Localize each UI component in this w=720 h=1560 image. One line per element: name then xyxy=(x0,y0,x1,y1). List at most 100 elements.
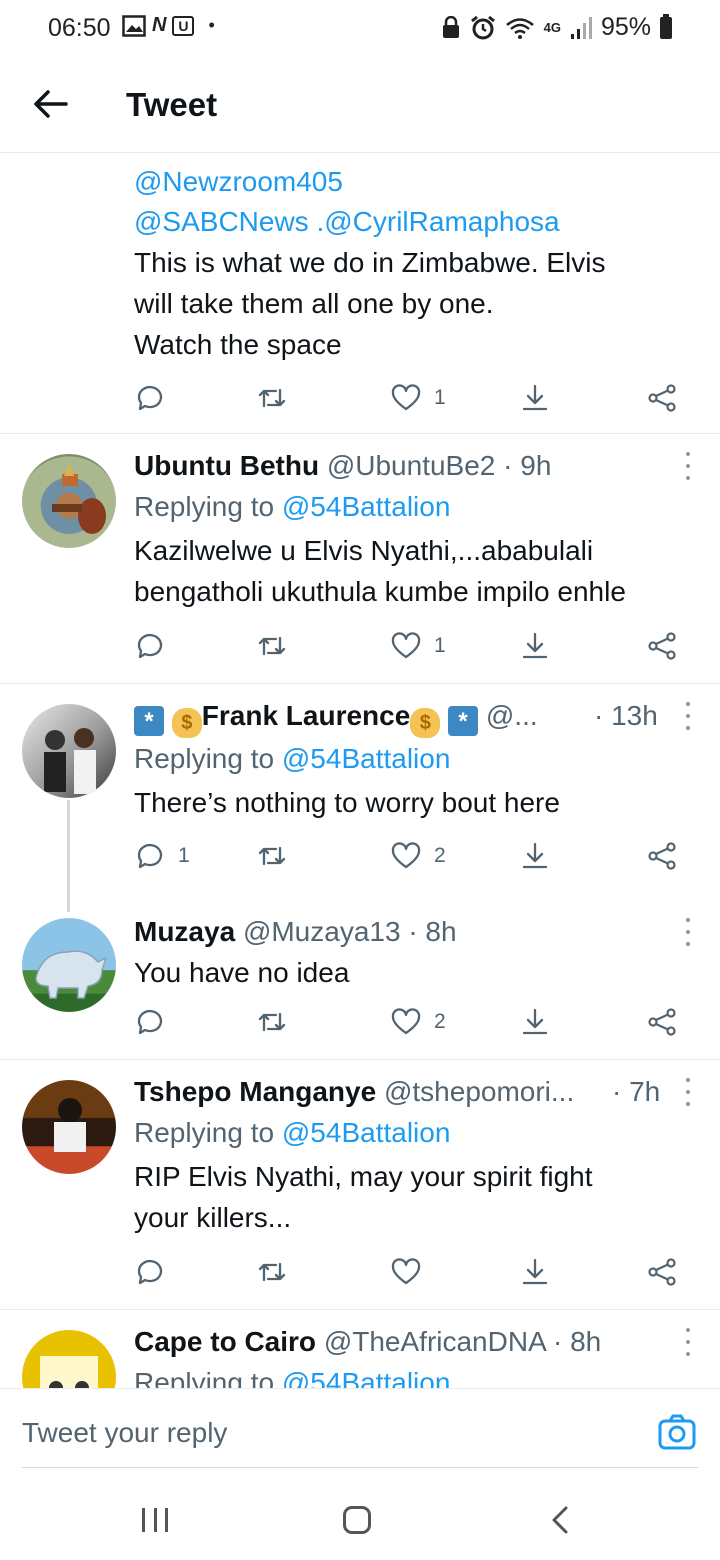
u-icon: U xyxy=(172,15,195,36)
avatar[interactable] xyxy=(22,1080,116,1174)
share-button[interactable] xyxy=(646,630,678,662)
display-name[interactable]: Muzaya xyxy=(134,916,235,947)
more-options-icon[interactable] xyxy=(684,918,692,946)
retweet-icon xyxy=(258,846,286,866)
more-options-icon[interactable] xyxy=(684,702,692,730)
reply-button[interactable] xyxy=(134,1256,166,1288)
share-icon xyxy=(648,632,676,660)
tweet-header: * $ Frank Laurence $ * @... · 13h xyxy=(134,696,690,738)
retweet-button[interactable] xyxy=(256,382,288,414)
retweet-button[interactable] xyxy=(256,630,288,662)
handle-time: @UbuntuBe2 · 9h xyxy=(326,450,552,481)
save-button[interactable] xyxy=(519,1256,551,1288)
tweet-text-line: Watch the space xyxy=(134,329,342,360)
tweet[interactable]: Tshepo Manganye @tshepomori... · 7h Repl… xyxy=(0,1060,720,1310)
share-icon xyxy=(648,1008,676,1036)
camera-icon[interactable] xyxy=(658,1413,696,1451)
download-icon xyxy=(522,632,548,659)
reply-icon xyxy=(137,1009,163,1035)
reply-underline xyxy=(22,1467,698,1468)
avatar[interactable] xyxy=(22,454,116,548)
clipped-text: __________________ xyxy=(134,154,554,156)
reply-button[interactable] xyxy=(134,382,166,414)
tweet[interactable]: __________________ @Newzroom405 @SABCNew… xyxy=(0,154,720,434)
heart-icon xyxy=(391,632,421,659)
header: Tweet xyxy=(0,56,720,153)
retweet-button[interactable] xyxy=(256,840,288,872)
status-right-icons: 4G 95% xyxy=(441,13,672,42)
replying-to-link[interactable]: @54Battalion xyxy=(282,491,451,522)
share-button[interactable] xyxy=(646,1256,678,1288)
replying-prefix: Replying to xyxy=(134,743,282,774)
share-icon xyxy=(648,1258,676,1286)
network-type: 4G xyxy=(543,20,561,35)
more-options-icon[interactable] xyxy=(684,452,692,480)
system-nav-bar xyxy=(0,1470,720,1560)
replying-to-link[interactable]: @54Battalion xyxy=(282,1117,451,1148)
home-button[interactable] xyxy=(343,1506,371,1534)
retweet-button[interactable] xyxy=(256,1006,288,1038)
replying-prefix: Replying to xyxy=(134,1367,282,1388)
save-button[interactable] xyxy=(519,840,551,872)
time: · 13h xyxy=(594,700,658,731)
display-name[interactable]: Cape to Cairo xyxy=(134,1326,316,1357)
avatar[interactable] xyxy=(22,704,116,798)
replying-to-link[interactable]: @54Battalion xyxy=(282,1367,451,1388)
retweet-icon xyxy=(258,1262,286,1282)
share-button[interactable] xyxy=(646,840,678,872)
tweet[interactable]: Muzaya @Muzaya13 · 8h You have no idea 2 xyxy=(0,904,720,1060)
handle: @tshepomori... xyxy=(383,1076,575,1107)
tweet-actions: 1 2 xyxy=(134,840,694,880)
display-name[interactable]: Tshepo Manganye xyxy=(134,1076,376,1107)
reply-button[interactable] xyxy=(134,1006,166,1038)
like-button[interactable]: 2 xyxy=(390,840,446,872)
display-name[interactable]: Ubuntu Bethu xyxy=(134,450,319,481)
tweet-feed[interactable]: __________________ @Newzroom405 @SABCNew… xyxy=(0,154,720,1388)
save-button[interactable] xyxy=(519,382,551,414)
tweet[interactable]: Cape to Cairo @TheAfricanDNA · 8h Replyi… xyxy=(0,1310,720,1388)
tweet[interactable]: * $ Frank Laurence $ * @... · 13h Replying… xyxy=(0,684,720,904)
more-options-icon[interactable] xyxy=(684,1078,692,1106)
profile-photo-image xyxy=(40,1356,98,1388)
share-button[interactable] xyxy=(646,382,678,414)
like-button[interactable] xyxy=(390,1256,422,1288)
like-count: 1 xyxy=(434,386,446,409)
tweet-header: Cape to Cairo @TheAfricanDNA · 8h xyxy=(134,1322,690,1362)
reply-button[interactable] xyxy=(134,630,166,662)
share-icon xyxy=(648,384,676,412)
share-button[interactable] xyxy=(646,1006,678,1038)
mention-link[interactable]: @Newzroom405 xyxy=(134,162,690,202)
avatar[interactable] xyxy=(22,918,116,1012)
retweet-icon xyxy=(258,388,286,408)
avatar[interactable] xyxy=(22,1330,116,1388)
save-button[interactable] xyxy=(519,630,551,662)
heart-icon xyxy=(391,1258,421,1285)
reply-icon xyxy=(137,633,163,659)
like-button[interactable]: 2 xyxy=(390,1006,446,1038)
back-button[interactable] xyxy=(546,1504,574,1536)
handle: @... xyxy=(485,700,538,731)
share-icon xyxy=(648,842,676,870)
like-button[interactable]: 1 xyxy=(390,382,446,414)
alarm-lock-icon xyxy=(442,15,459,38)
tweet-actions: 1 xyxy=(134,382,694,422)
recent-apps-button[interactable] xyxy=(142,1508,168,1532)
reply-button[interactable]: 1 xyxy=(134,840,190,872)
reply-icon xyxy=(137,843,163,869)
tweet[interactable]: Ubuntu Bethu @UbuntuBe2 · 9h Replying to… xyxy=(0,434,720,684)
tweet-text-line: Kazilwelwe u Elvis Nyathi,...ababulali xyxy=(134,535,594,566)
tweet-text-line: will take them all one by one. xyxy=(134,288,494,319)
heart-icon xyxy=(391,384,421,411)
display-name[interactable]: Frank Laurence xyxy=(202,700,411,731)
more-options-icon[interactable] xyxy=(684,1328,692,1356)
tweet-text-line: You have no idea xyxy=(134,957,350,988)
wifi-icon xyxy=(505,17,534,39)
alarm-icon xyxy=(470,15,495,39)
reply-input[interactable]: Tweet your reply xyxy=(22,1417,227,1449)
back-arrow-icon[interactable] xyxy=(30,82,70,126)
save-button[interactable] xyxy=(519,1006,551,1038)
replying-to-link[interactable]: @54Battalion xyxy=(282,743,451,774)
mention-link[interactable]: @SABCNews .@CyrilRamaphosa xyxy=(134,202,690,242)
like-button[interactable]: 1 xyxy=(390,630,446,662)
retweet-button[interactable] xyxy=(256,1256,288,1288)
